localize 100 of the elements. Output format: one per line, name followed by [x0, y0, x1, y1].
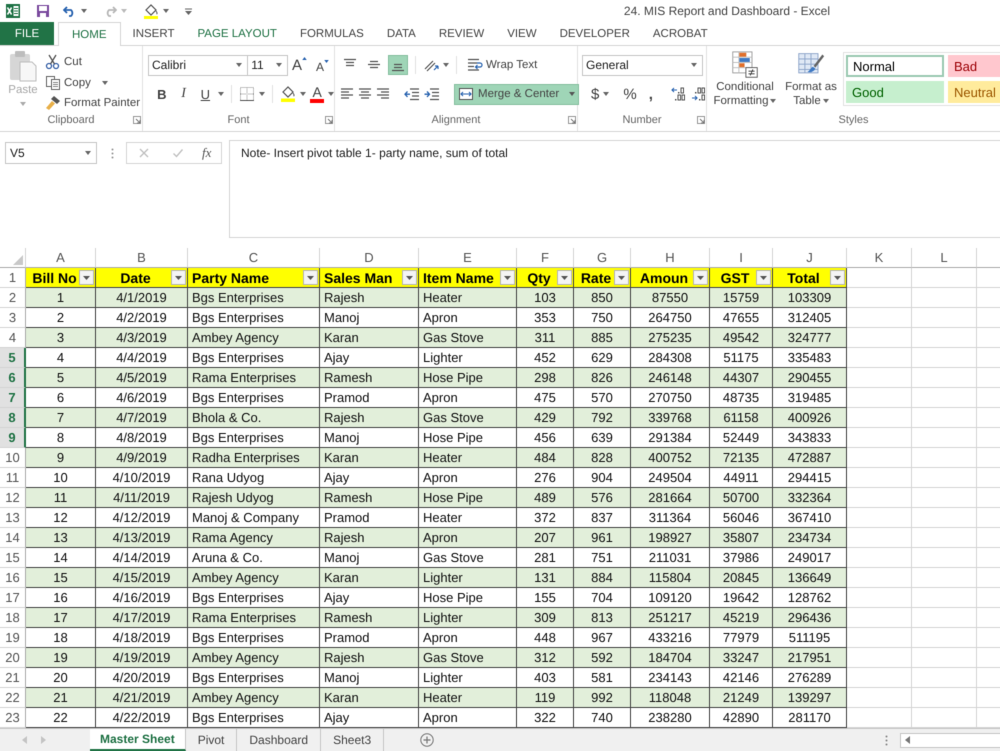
conditional-formatting-button[interactable]: Conditional Formatting	[711, 49, 779, 112]
row-number[interactable]: 20	[0, 648, 26, 668]
empty-cell[interactable]	[912, 588, 977, 608]
column-header[interactable]: A	[26, 248, 96, 268]
name-box[interactable]: V5	[5, 142, 97, 164]
ribbon-tab[interactable]: VIEW	[496, 22, 548, 45]
empty-cell[interactable]	[912, 388, 977, 408]
caret-icon[interactable]	[163, 9, 169, 13]
column-header[interactable]: I	[710, 248, 773, 268]
borders-icon[interactable]	[239, 86, 256, 102]
font-color-button[interactable]: A	[310, 86, 324, 102]
row-number[interactable]: 1	[0, 268, 26, 288]
empty-cell[interactable]	[912, 408, 977, 428]
empty-cell[interactable]	[912, 368, 977, 388]
font-size-dropdown[interactable]: 11	[247, 54, 288, 76]
customize-toolbar-icon[interactable]	[185, 8, 192, 14]
caret-icon[interactable]	[443, 63, 449, 67]
row-number[interactable]: 2	[0, 288, 26, 308]
caret-icon[interactable]	[603, 92, 610, 96]
comma-style-button[interactable]: ,	[644, 84, 657, 104]
row-number[interactable]: 16	[0, 568, 26, 588]
scroll-left-icon[interactable]	[905, 736, 910, 744]
empty-cell[interactable]	[912, 668, 977, 688]
filter-button[interactable]	[693, 270, 708, 285]
empty-cell[interactable]	[912, 688, 977, 708]
column-header[interactable]: C	[188, 248, 320, 268]
ribbon-tab[interactable]: PAGE LAYOUT	[186, 22, 288, 45]
filter-button[interactable]	[303, 270, 318, 285]
cell-style-swatch[interactable]: Bad	[948, 55, 1000, 77]
caret-icon[interactable]	[328, 92, 334, 96]
column-header[interactable]: L	[912, 248, 977, 268]
bold-button[interactable]: B	[153, 84, 171, 104]
ribbon-tab[interactable]: DEVELOPER	[548, 22, 641, 45]
sheet-tab[interactable]: Dashboard	[237, 729, 322, 751]
column-header[interactable]: B	[96, 248, 188, 268]
row-number[interactable]: 23	[0, 708, 26, 728]
percent-button[interactable]: %	[623, 84, 637, 104]
sheet-tab[interactable]: Pivot	[186, 729, 238, 751]
row-number[interactable]: 5	[0, 348, 26, 368]
file-tab[interactable]: FILE	[0, 22, 54, 45]
insert-function-button[interactable]: fx	[202, 145, 212, 161]
row-number[interactable]: 22	[0, 688, 26, 708]
ribbon-tab[interactable]: FORMULAS	[288, 22, 375, 45]
decrease-indent-icon[interactable]	[404, 86, 420, 102]
empty-cell[interactable]	[912, 328, 977, 348]
column-header[interactable]: F	[517, 248, 574, 268]
currency-button[interactable]: $	[591, 84, 600, 104]
paint-bucket-icon[interactable]	[280, 86, 296, 102]
underline-button[interactable]: U	[196, 84, 214, 104]
dialog-launcher-icon[interactable]	[697, 116, 705, 124]
row-number[interactable]: 7	[0, 388, 26, 408]
row-number[interactable]: 15	[0, 548, 26, 568]
format-as-table-button[interactable]: Format as Table	[781, 49, 841, 112]
number-format-dropdown[interactable]: General	[582, 54, 703, 76]
empty-cell[interactable]	[912, 468, 977, 488]
next-sheet-icon[interactable]	[41, 736, 46, 744]
format-painter-button[interactable]: Format Painter	[45, 94, 140, 112]
column-header[interactable]: J	[773, 248, 847, 268]
row-number[interactable]: 3	[0, 308, 26, 328]
row-number[interactable]: 9	[0, 428, 26, 448]
column-header[interactable]: G	[574, 248, 631, 268]
row-number[interactable]: 12	[0, 488, 26, 508]
cell-style-swatch[interactable]: Normal	[846, 55, 944, 77]
empty-cell[interactable]	[912, 528, 977, 548]
increase-indent-icon[interactable]	[424, 86, 440, 102]
filter-button[interactable]	[79, 270, 94, 285]
merge-center-button[interactable]: Merge & Center	[454, 84, 580, 104]
font-name-dropdown[interactable]: Calibri	[148, 54, 248, 76]
row-number[interactable]: 4	[0, 328, 26, 348]
ribbon-tab[interactable]: ACROBAT	[642, 22, 719, 45]
row-number[interactable]: 19	[0, 628, 26, 648]
ribbon-tab[interactable]: INSERT	[122, 22, 186, 45]
more-options-icon[interactable]	[111, 148, 114, 159]
empty-cell[interactable]	[912, 648, 977, 668]
sheet-tab[interactable]: Master Sheet	[90, 729, 186, 751]
italic-button[interactable]: I	[174, 84, 192, 104]
grow-font-button[interactable]: A	[292, 56, 312, 74]
column-header[interactable]: D	[320, 248, 419, 268]
empty-cell[interactable]	[912, 628, 977, 648]
horizontal-scrollbar[interactable]	[900, 732, 1000, 748]
select-all-icon[interactable]	[13, 255, 23, 265]
caret-icon[interactable]	[300, 92, 306, 96]
ribbon-tab[interactable]: HOME	[58, 22, 120, 46]
previous-sheet-icon[interactable]	[22, 736, 27, 744]
caret-icon[interactable]	[218, 92, 224, 96]
row-number[interactable]: 13	[0, 508, 26, 528]
dialog-launcher-icon[interactable]	[133, 116, 141, 124]
caret-icon[interactable]	[569, 92, 576, 96]
save-icon[interactable]	[36, 4, 50, 18]
row-number[interactable]: 21	[0, 668, 26, 688]
column-header[interactable]: H	[631, 248, 710, 268]
filter-button[interactable]	[756, 270, 771, 285]
empty-cell[interactable]	[912, 448, 977, 468]
cell-style-swatch[interactable]: Good	[846, 81, 944, 103]
spreadsheet-logo-icon[interactable]	[6, 4, 20, 18]
more-options-icon[interactable]	[885, 734, 888, 746]
shrink-font-button[interactable]: A	[316, 60, 334, 74]
sheet-tab[interactable]: Sheet3	[321, 729, 384, 751]
filter-button[interactable]	[171, 270, 186, 285]
ribbon-tab[interactable]: REVIEW	[428, 22, 496, 45]
